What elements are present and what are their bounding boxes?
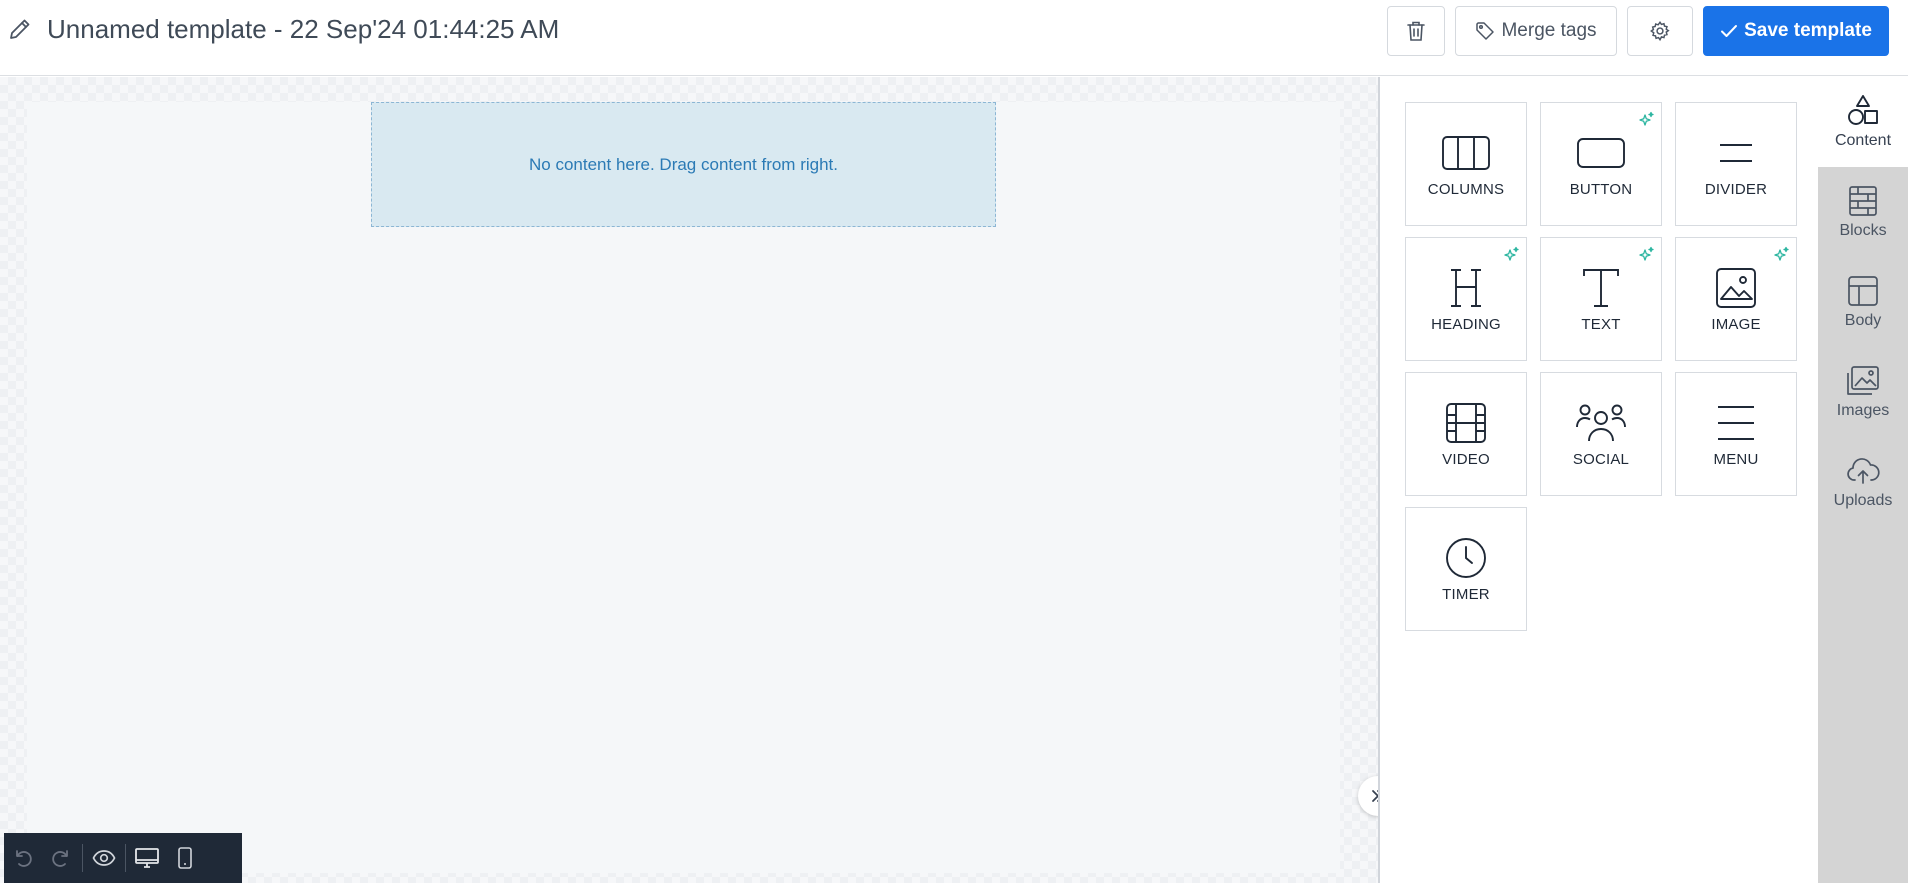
- mobile-view-button[interactable]: [166, 833, 204, 883]
- tab-blocks[interactable]: Blocks: [1818, 167, 1908, 257]
- content-panel: COLUMNS BUTTON DIVIDER HEADING TEXT IMAG…: [1378, 77, 1818, 883]
- empty-dropzone[interactable]: No content here. Drag content from right…: [371, 102, 996, 227]
- sparkle-icon: [1774, 246, 1789, 261]
- heading-icon: [1451, 268, 1481, 307]
- text-icon: [1583, 268, 1619, 307]
- active-tab-pointer: [1808, 113, 1819, 135]
- sparkle-icon: [1639, 246, 1654, 261]
- tab-images[interactable]: Images: [1818, 347, 1908, 437]
- tile-timer[interactable]: TIMER: [1405, 507, 1527, 631]
- tab-uploads-label: Uploads: [1833, 492, 1893, 509]
- tab-images-label: Images: [1836, 402, 1890, 419]
- settings-button[interactable]: [1627, 6, 1693, 56]
- eye-icon: [92, 850, 116, 866]
- tab-uploads[interactable]: Uploads: [1818, 437, 1908, 527]
- desktop-icon: [135, 848, 159, 868]
- tile-text[interactable]: TEXT: [1540, 237, 1662, 361]
- blocks-icon: [1849, 186, 1877, 216]
- timer-icon: [1446, 537, 1486, 578]
- redo-button[interactable]: [42, 833, 80, 883]
- empty-dropzone-message: No content here. Drag content from right…: [529, 154, 838, 174]
- toolbar-divider: [82, 844, 83, 872]
- top-header: Unnamed template - 22 Sep'24 01:44:25 AM…: [0, 0, 1908, 76]
- merge-tags-label: Merge tags: [1501, 20, 1597, 41]
- tab-body-label: Body: [1844, 312, 1882, 329]
- tile-label: HEADING: [1431, 315, 1501, 333]
- save-template-button[interactable]: Save template: [1703, 6, 1889, 56]
- template-title[interactable]: Unnamed template - 22 Sep'24 01:44:25 AM: [47, 14, 559, 45]
- tile-label: VIDEO: [1442, 450, 1490, 468]
- tab-content-label: Content: [1834, 132, 1892, 149]
- save-template-label: Save template: [1744, 20, 1872, 41]
- preview-button[interactable]: [85, 833, 123, 883]
- tile-video[interactable]: VIDEO: [1405, 372, 1527, 496]
- layout-icon: [1848, 276, 1878, 306]
- bottom-toolbar: [4, 833, 242, 883]
- tile-image[interactable]: IMAGE: [1675, 237, 1797, 361]
- tile-divider[interactable]: DIVIDER: [1675, 102, 1797, 226]
- social-icon: [1576, 404, 1626, 441]
- button-icon: [1577, 137, 1625, 168]
- shapes-icon: [1848, 95, 1878, 125]
- panel-tab-rail: Content Blocks Body Images Uploads: [1818, 77, 1908, 883]
- video-icon: [1446, 402, 1486, 443]
- delete-button[interactable]: [1387, 6, 1445, 56]
- desktop-view-button[interactable]: [128, 833, 166, 883]
- tile-button[interactable]: BUTTON: [1540, 102, 1662, 226]
- columns-icon: [1442, 135, 1490, 170]
- trash-icon: [1407, 21, 1425, 41]
- tile-label: COLUMNS: [1427, 180, 1505, 198]
- pencil-icon[interactable]: [8, 17, 32, 41]
- images-icon: [1847, 366, 1879, 395]
- cloud-upload-icon: [1847, 458, 1880, 484]
- menu-icon: [1718, 405, 1754, 440]
- tab-blocks-label: Blocks: [1839, 222, 1887, 239]
- redo-icon: [52, 850, 68, 867]
- email-body[interactable]: No content here. Drag content from right…: [27, 102, 1340, 873]
- tile-label: TIMER: [1442, 585, 1490, 603]
- mobile-icon: [178, 847, 192, 869]
- tile-label: SOCIAL: [1572, 450, 1630, 468]
- tile-social[interactable]: SOCIAL: [1540, 372, 1662, 496]
- toolbar-divider: [125, 844, 126, 872]
- sparkle-icon: [1504, 246, 1519, 261]
- image-icon: [1716, 267, 1756, 308]
- divider-icon: [1720, 143, 1752, 162]
- tile-menu[interactable]: MENU: [1675, 372, 1797, 496]
- tile-label: IMAGE: [1711, 315, 1761, 333]
- gear-icon: [1650, 21, 1670, 42]
- undo-icon: [16, 850, 32, 867]
- tag-icon: [1476, 22, 1495, 40]
- merge-tags-button[interactable]: Merge tags: [1455, 6, 1617, 56]
- tab-body[interactable]: Body: [1818, 257, 1908, 347]
- check-icon: [1721, 25, 1738, 37]
- tile-label: BUTTON: [1569, 180, 1633, 198]
- sparkle-icon: [1639, 111, 1654, 126]
- editor-canvas: No content here. Drag content from right…: [0, 77, 1378, 883]
- tab-content[interactable]: Content: [1818, 77, 1908, 167]
- tile-label: DIVIDER: [1704, 180, 1768, 198]
- tile-columns[interactable]: COLUMNS: [1405, 102, 1527, 226]
- content-tiles: COLUMNS BUTTON DIVIDER HEADING TEXT IMAG…: [1405, 102, 1797, 631]
- tile-label: TEXT: [1581, 315, 1621, 333]
- tile-heading[interactable]: HEADING: [1405, 237, 1527, 361]
- tile-label: MENU: [1713, 450, 1759, 468]
- undo-button[interactable]: [4, 833, 42, 883]
